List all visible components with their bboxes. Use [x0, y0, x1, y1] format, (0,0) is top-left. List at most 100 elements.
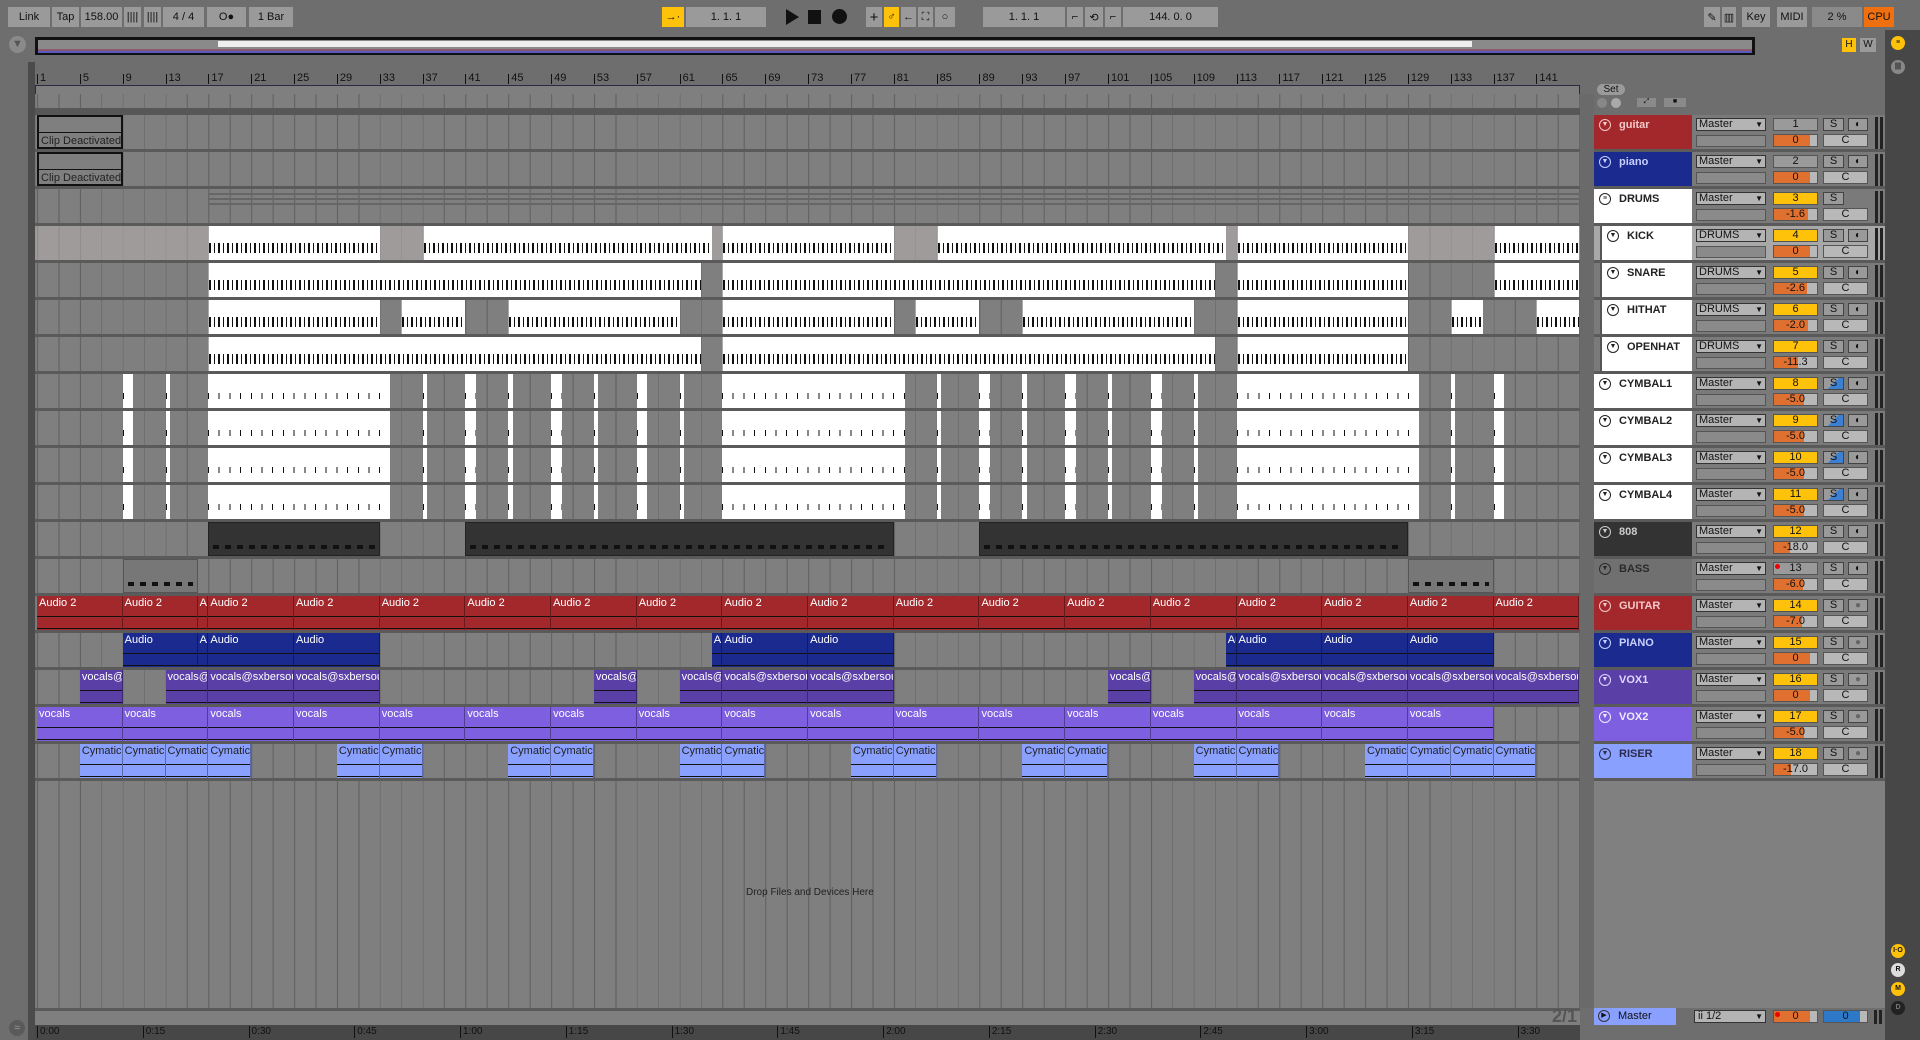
track-lane[interactable]	[35, 374, 1580, 411]
arm-record-icon[interactable]: ●	[1848, 710, 1868, 723]
monitor-icon[interactable]: ◐	[1848, 155, 1868, 168]
track-volume[interactable]: -5.0	[1773, 504, 1818, 517]
output-channel-select[interactable]	[1696, 690, 1766, 702]
clip[interactable]: Audio	[1236, 633, 1323, 667]
clip[interactable]	[465, 374, 477, 408]
clip[interactable]	[1493, 263, 1580, 297]
track-lane[interactable]	[35, 226, 1580, 263]
clip[interactable]	[1493, 226, 1580, 260]
clip[interactable]	[679, 411, 684, 445]
track-activator[interactable]: 5	[1773, 266, 1818, 279]
clip[interactable]: vocals@sxbersou	[165, 670, 209, 704]
clip[interactable]: Audio	[722, 633, 809, 667]
clip[interactable]: vocals@sxbersou	[1108, 670, 1151, 704]
output-channel-select[interactable]	[1696, 394, 1766, 406]
clip[interactable]	[208, 226, 380, 260]
crossfade-button[interactable]: C	[1823, 393, 1868, 406]
clip[interactable]	[936, 411, 941, 445]
clip[interactable]: vocals@sxbersou	[808, 670, 894, 704]
output-channel-select[interactable]	[1696, 172, 1766, 184]
clip[interactable]: vocals@sxbersou	[722, 670, 809, 704]
clip[interactable]	[122, 448, 134, 482]
clip[interactable]: vocals@sxbersou	[1193, 670, 1237, 704]
solo-button[interactable]: S	[1823, 562, 1844, 575]
clip[interactable]	[422, 448, 427, 482]
track-name-cell[interactable]: ▼ OPENHAT	[1600, 337, 1692, 371]
output-channel-select[interactable]	[1696, 283, 1766, 295]
crossfade-button[interactable]: C	[1823, 134, 1868, 147]
punch-out-icon[interactable]: ⌐	[1105, 7, 1121, 27]
automation-arm-icon[interactable]: ♂	[884, 7, 899, 27]
group-fold-icon[interactable]: ≡	[1599, 193, 1611, 205]
solo-button[interactable]: S	[1823, 451, 1844, 464]
output-channel-select[interactable]	[1696, 320, 1766, 332]
output-routing-select[interactable]: DRUMS	[1696, 229, 1766, 242]
clip[interactable]	[679, 448, 684, 482]
back-to-arrangement-icon[interactable]: ←	[901, 7, 916, 27]
fit-width-button[interactable]: W	[1860, 38, 1876, 52]
solo-button[interactable]: S	[1823, 377, 1844, 390]
clip[interactable]: Audio 2	[808, 596, 894, 630]
track-activator[interactable]: 12	[1773, 525, 1818, 538]
clip[interactable]: Audio	[208, 633, 295, 667]
track-volume[interactable]: -17.0	[1773, 763, 1818, 776]
clip[interactable]	[165, 411, 170, 445]
clip[interactable]	[208, 522, 380, 556]
track-volume[interactable]: 0	[1773, 689, 1818, 702]
track-lane[interactable]: vocals vocals vocals vocals vocals vocals voca…	[35, 707, 1580, 744]
track-activator[interactable]: 18	[1773, 747, 1818, 760]
track-volume[interactable]: -18.0	[1773, 541, 1818, 554]
track-volume[interactable]: -1.6	[1773, 208, 1818, 221]
clip[interactable]: vocals	[37, 707, 123, 741]
clip[interactable]	[593, 448, 599, 482]
clip[interactable]	[1236, 337, 1408, 371]
clip[interactable]	[165, 448, 170, 482]
clip[interactable]	[1236, 226, 1408, 260]
clip[interactable]: Cymatic	[1236, 744, 1280, 778]
monitor-icon[interactable]: ◐	[1848, 303, 1868, 316]
clip[interactable]	[936, 485, 941, 519]
track-name-cell[interactable]: ▼ guitar	[1594, 115, 1692, 149]
track-volume[interactable]: -5.0	[1773, 393, 1818, 406]
clip[interactable]	[208, 374, 391, 408]
track-volume[interactable]: -5.0	[1773, 726, 1818, 739]
clip[interactable]	[936, 226, 1226, 260]
track-volume[interactable]: -2.0	[1773, 319, 1818, 332]
clip[interactable]	[979, 374, 991, 408]
output-routing-select[interactable]: Master	[1696, 673, 1766, 686]
clip[interactable]: Clip Deactivated	[37, 115, 123, 149]
track-activator[interactable]: 1	[1773, 118, 1818, 131]
clip[interactable]: vocals@sxbersou	[1493, 670, 1580, 704]
clip[interactable]: Cymatic	[1022, 744, 1066, 778]
output-channel-select[interactable]	[1696, 431, 1766, 443]
clip[interactable]: Audio 2	[551, 596, 637, 630]
clip[interactable]	[593, 485, 599, 519]
track-volume[interactable]: 0	[1773, 171, 1818, 184]
clip[interactable]: Cymatic	[1193, 744, 1237, 778]
output-routing-select[interactable]: Master	[1696, 747, 1766, 760]
crossfade-button[interactable]: C	[1823, 615, 1868, 628]
clip[interactable]: Audio	[808, 633, 894, 667]
track-header-cymbal3[interactable]: ▼ CYMBAL3 Master 10 -5.0 S ◐ C	[1594, 448, 1885, 485]
track-name-cell[interactable]: ▼ CYMBAL4	[1594, 485, 1692, 519]
clip[interactable]: Audio 2	[379, 596, 466, 630]
clip[interactable]: Audio 2	[197, 596, 209, 630]
output-channel-select[interactable]	[1696, 505, 1766, 517]
track-activator[interactable]: 16	[1773, 673, 1818, 686]
track-lane[interactable]: Cymatic Cymatic Cymatic Cymatic Cymatic Cymat…	[35, 744, 1580, 781]
clip[interactable]	[1150, 448, 1162, 482]
clip[interactable]	[1236, 300, 1408, 334]
clip[interactable]: vocals@sxbersou	[208, 670, 295, 704]
clip[interactable]	[679, 485, 684, 519]
play-icon[interactable]	[786, 9, 799, 25]
clip[interactable]: Clip Deactivated	[37, 152, 123, 186]
clip[interactable]	[1150, 485, 1162, 519]
track-lane[interactable]: Clip Deactivated	[35, 115, 1580, 152]
clip[interactable]	[465, 411, 477, 445]
clip[interactable]	[1150, 411, 1162, 445]
clip[interactable]	[122, 411, 134, 445]
time-signature-field[interactable]: 4 / 4	[163, 7, 204, 27]
io-toggle-button[interactable]: I·O	[1891, 944, 1905, 958]
clip[interactable]	[551, 485, 562, 519]
fold-icon[interactable]: ▼	[1599, 452, 1611, 464]
